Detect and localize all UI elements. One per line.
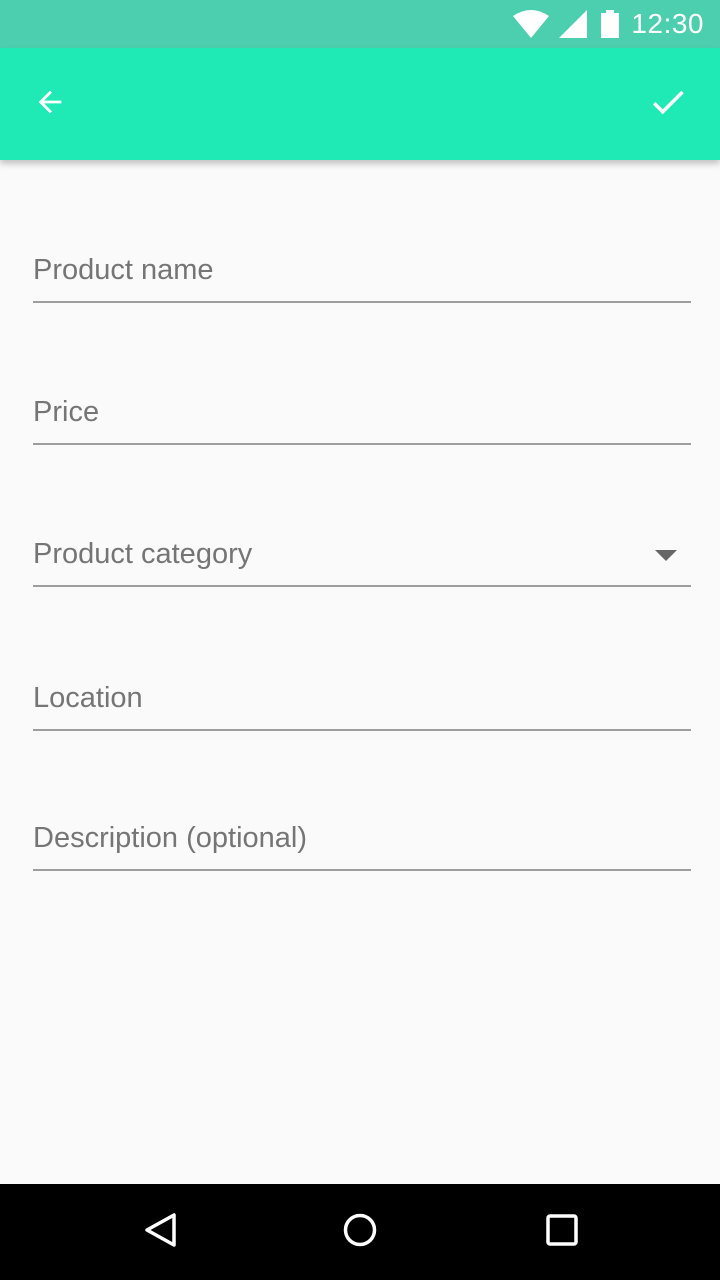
nav-recents-button[interactable] (522, 1202, 602, 1262)
check-icon (647, 81, 689, 128)
screen: 12:30 Product name Price Product categor… (0, 0, 720, 1280)
price-placeholder: Price (33, 396, 100, 428)
product-name-field[interactable]: Product name (33, 243, 691, 303)
dropdown-arrow-icon (655, 550, 677, 561)
status-bar: 12:30 (0, 0, 720, 48)
confirm-button[interactable] (640, 76, 696, 132)
nav-back-button[interactable] (120, 1202, 200, 1262)
description-field[interactable]: Description (optional) (33, 811, 691, 871)
cell-signal-icon (559, 10, 588, 38)
navigation-bar (0, 1184, 720, 1280)
product-category-placeholder: Product category (33, 538, 253, 570)
arrow-back-icon (33, 85, 67, 124)
nav-home-button[interactable] (320, 1202, 400, 1262)
location-placeholder: Location (33, 682, 143, 714)
nav-recents-icon (544, 1212, 580, 1253)
price-field[interactable]: Price (33, 385, 691, 445)
product-name-placeholder: Product name (33, 254, 214, 286)
wifi-icon (513, 10, 550, 38)
description-placeholder: Description (optional) (33, 822, 308, 854)
nav-home-icon (342, 1212, 378, 1253)
location-field[interactable]: Location (33, 671, 691, 731)
back-button[interactable] (22, 76, 78, 132)
status-time: 12:30 (631, 8, 704, 39)
nav-back-icon (142, 1212, 178, 1253)
product-category-dropdown[interactable]: Product category (33, 527, 691, 587)
battery-icon (601, 10, 620, 38)
app-bar (0, 48, 720, 160)
